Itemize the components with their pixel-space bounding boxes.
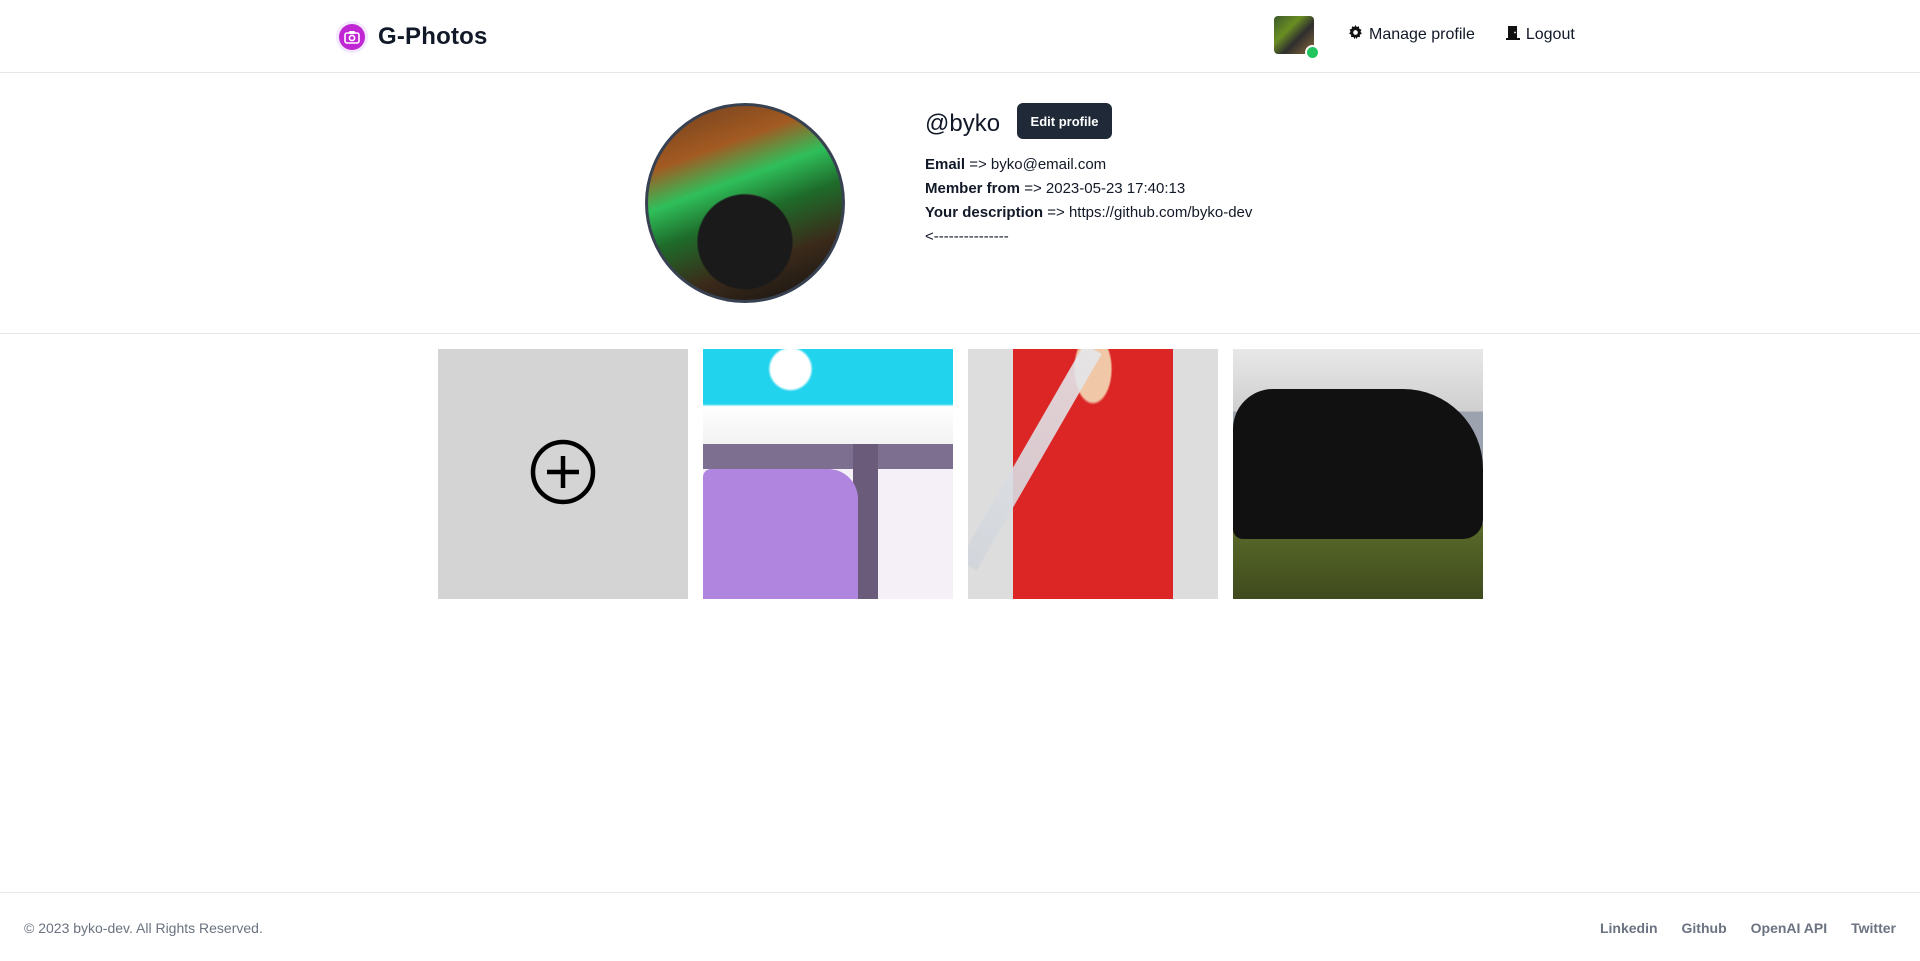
profile-info: Email => byko@email.com Member from => 2… bbox=[925, 153, 1265, 249]
add-photo-button[interactable] bbox=[438, 349, 688, 599]
gear-icon bbox=[1348, 25, 1363, 45]
member-row: Member from => 2023-05-23 17:40:13 bbox=[925, 177, 1265, 201]
email-label: Email bbox=[925, 156, 966, 173]
door-exit-icon bbox=[1505, 25, 1520, 45]
copyright-text: © 2023 byko-dev. All Rights Reserved. bbox=[24, 920, 263, 936]
member-value: 2023-05-23 17:40:13 bbox=[1045, 180, 1186, 197]
plus-circle-icon bbox=[530, 439, 596, 510]
footer-link-linkedin[interactable]: Linkedin bbox=[1600, 920, 1658, 936]
brand-link[interactable]: G-Photos bbox=[336, 21, 488, 53]
footer-links: Linkedin Github OpenAI API Twitter bbox=[1600, 920, 1896, 936]
member-label: Member from bbox=[925, 180, 1021, 197]
photo-black-car[interactable] bbox=[1233, 349, 1483, 599]
separator: => bbox=[1047, 204, 1065, 221]
description-label: Your description bbox=[925, 204, 1044, 221]
footer-link-openai-api[interactable]: OpenAI API bbox=[1751, 920, 1828, 936]
photo-purple-car[interactable] bbox=[703, 349, 953, 599]
user-nav: Manage profile Logout bbox=[1274, 16, 1575, 60]
manage-profile-label: Manage profile bbox=[1369, 26, 1475, 43]
logout-link[interactable]: Logout bbox=[1505, 25, 1575, 45]
footer: © 2023 byko-dev. All Rights Reserved. Li… bbox=[0, 892, 1920, 961]
photo-red-uniform[interactable] bbox=[968, 349, 1218, 599]
online-status-indicator bbox=[1305, 45, 1320, 60]
footer-link-twitter[interactable]: Twitter bbox=[1851, 920, 1896, 936]
profile-avatar bbox=[645, 103, 845, 303]
brand-name: G-Photos bbox=[378, 23, 488, 50]
email-value: byko@email.com bbox=[990, 156, 1107, 173]
manage-profile-link[interactable]: Manage profile bbox=[1348, 25, 1475, 45]
user-avatar-button[interactable] bbox=[1274, 16, 1320, 60]
description-row: Your description => https://github.com/b… bbox=[925, 201, 1265, 249]
top-navbar: G-Photos Manage profile Logout bbox=[0, 0, 1920, 73]
footer-link-github[interactable]: Github bbox=[1682, 920, 1727, 936]
separator: => bbox=[1024, 180, 1042, 197]
separator: => bbox=[969, 156, 987, 173]
photo-gallery bbox=[438, 349, 1483, 599]
camera-icon bbox=[336, 21, 368, 53]
profile-username: @byko bbox=[925, 110, 1001, 137]
logout-label: Logout bbox=[1525, 26, 1575, 43]
email-row: Email => byko@email.com bbox=[925, 153, 1265, 177]
edit-profile-button[interactable]: Edit profile bbox=[1017, 103, 1112, 139]
